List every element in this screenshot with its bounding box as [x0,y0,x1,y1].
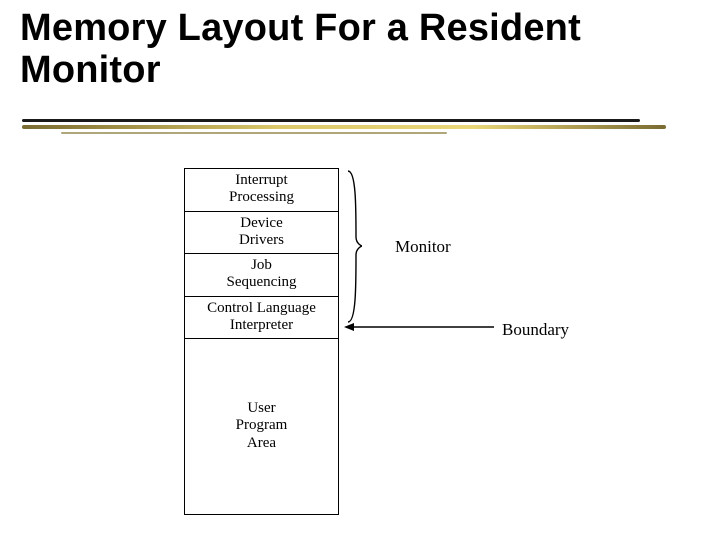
label-boundary: Boundary [502,320,569,340]
brace-icon [344,169,362,324]
memory-cell-device: Device Drivers [185,212,338,255]
memory-cell-cli: Control Language Interpreter [185,297,338,340]
memory-cell-job: Job Sequencing [185,254,338,297]
title-underline [22,119,666,137]
memory-column: Interrupt Processing Device Drivers Job … [184,168,339,515]
arrow-left-icon [344,322,494,332]
user-area-label: User Program Area [236,400,288,452]
slide: Memory Layout For a Resident Monitor Int… [0,0,720,540]
page-title: Memory Layout For a Resident Monitor [20,8,720,92]
memory-cell-user-area: User Program Area [185,339,338,514]
memory-cell-interrupt: Interrupt Processing [185,169,338,212]
label-monitor: Monitor [395,237,451,257]
